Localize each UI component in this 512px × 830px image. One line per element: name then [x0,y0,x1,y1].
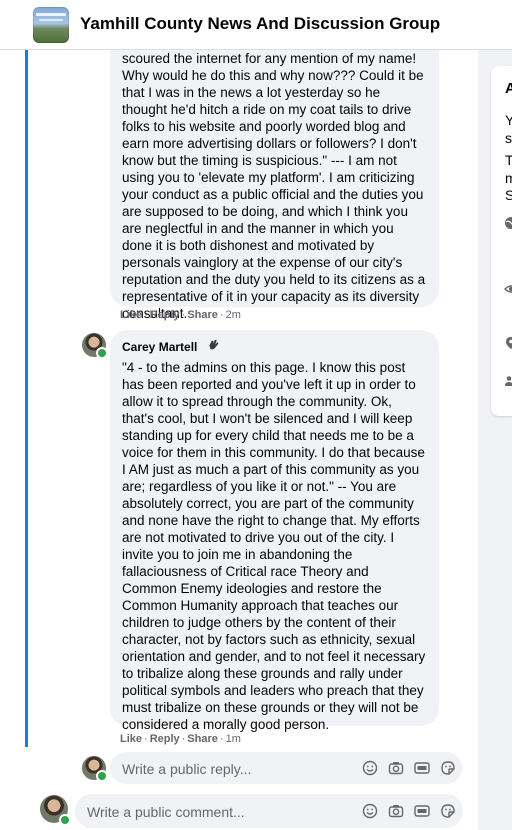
share-link[interactable]: Share [187,309,218,321]
globe-icon [504,216,512,230]
comment-actions: Like · Reply · Share · 2m [120,309,241,321]
reply-box [110,752,462,786]
gif-icon[interactable] [414,760,430,776]
emoji-icon[interactable] [362,760,378,776]
comment-bubble: scoured the internet for any mention of … [110,50,439,321]
gif-icon[interactable] [414,803,430,819]
side-card-text: Y [505,112,512,128]
comment-box [75,794,463,830]
group-cover-image[interactable] [33,7,69,43]
comment-timestamp[interactable]: 2m [226,309,241,321]
comment-input[interactable] [85,794,339,830]
clapping-hands-icon [207,338,220,356]
camera-icon[interactable] [388,760,404,776]
thumb-caption-line [36,13,66,16]
comment-actions: Like · Reply · Share · 1m [120,733,241,745]
emoji-icon[interactable] [362,803,378,819]
group-header: Yamhill County News And Discussion Group [0,0,512,50]
like-link[interactable]: Like [120,733,142,745]
side-card-text: s [505,130,512,146]
like-link[interactable]: Like [120,309,142,321]
people-icon [504,374,512,388]
comment-timestamp[interactable]: 1m [226,733,241,745]
side-card-heading: A [505,80,512,97]
online-status-dot [59,814,71,826]
side-info-card: A Y s T m S [491,66,512,416]
camera-icon[interactable] [388,803,404,819]
group-title[interactable]: Yamhill County News And Discussion Group [80,14,440,34]
commenter-name[interactable]: Carey Martell [122,339,197,356]
thread-line [25,50,28,747]
online-status-dot [96,770,108,782]
sticker-icon[interactable] [440,760,456,776]
reply-input[interactable] [120,752,344,786]
side-card-text: T [505,152,512,168]
sticker-icon[interactable] [440,803,456,819]
online-status-dot [96,347,108,359]
side-card-text: m [505,170,512,186]
thumb-caption-line [39,19,63,21]
eye-icon [504,282,512,296]
comment-bubble: Carey Martell "4 - to the admins on this… [110,330,439,732]
reply-link[interactable]: Reply [150,733,180,745]
location-pin-icon [504,336,512,350]
share-link[interactable]: Share [187,733,218,745]
comment-text: scoured the internet for any mention of … [122,51,426,321]
side-card-text: S [505,187,512,203]
reply-link[interactable]: Reply [150,309,180,321]
comment-text: "4 - to the admins on this page. I know … [122,360,426,732]
comment-feed: scoured the internet for any mention of … [0,50,478,830]
